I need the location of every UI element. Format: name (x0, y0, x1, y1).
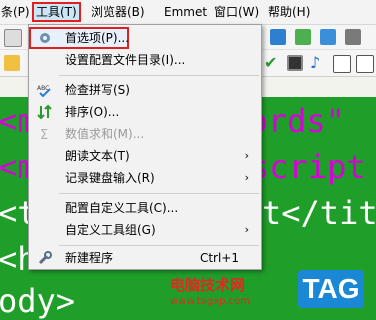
chevron-right-icon: › (244, 171, 249, 184)
gear-icon (40, 33, 50, 43)
code-fragment: script (250, 148, 366, 186)
wrench-icon (38, 251, 52, 265)
document-icon[interactable] (356, 55, 374, 73)
chevron-right-icon: › (244, 149, 249, 162)
menubar: 条(P) 工具(T) 浏览器(B) Emmet 窗口(W) 帮助(H) (0, 0, 376, 25)
tools-dropdown-menu: 首选项(P)... 设置配置文件目录(I)... ABC 检查拼写(S) 排序(… (28, 24, 262, 270)
menu-item-partial[interactable]: 条(P) (0, 3, 33, 21)
menu-item-configure-tools[interactable]: 配置自定义工具(C)... (29, 197, 261, 219)
svg-text:Σ: Σ (40, 128, 48, 142)
menu-item-window[interactable]: 窗口(W) (211, 3, 262, 21)
menu-item-label: 检查拼写(S) (65, 83, 130, 97)
menu-item-browser[interactable]: 浏览器(B) (88, 3, 148, 21)
menu-item-sort[interactable]: 排序(O)... (29, 101, 261, 123)
menu-item-label: 自定义工具组(G) (65, 223, 156, 237)
menu-separator (59, 245, 259, 246)
menu-item-new-program[interactable]: 新建程序 Ctrl+1 (29, 247, 261, 269)
document-icon[interactable] (333, 55, 351, 73)
menu-item-record-keyboard[interactable]: 记录键盘输入(R) › (29, 167, 261, 189)
toolbar-icon[interactable] (295, 29, 311, 45)
watermark-logo: TAG (298, 270, 364, 308)
menu-item-spellcheck[interactable]: ABC 检查拼写(S) (29, 79, 261, 101)
menu-item-label: 设置配置文件目录(I)... (65, 53, 186, 67)
sort-icon (37, 104, 52, 120)
menu-separator (59, 75, 259, 76)
menu-item-label: 数值求和(M)... (65, 127, 145, 141)
chevron-right-icon: › (244, 223, 249, 236)
menu-item-label: 排序(O)... (65, 105, 120, 119)
menu-separator (59, 193, 259, 194)
menu-item-help[interactable]: 帮助(H) (265, 3, 313, 21)
menu-item-shortcut: Ctrl+1 (199, 251, 239, 265)
pencil-icon[interactable] (4, 55, 20, 71)
menu-item-custom-tool-group[interactable]: 自定义工具组(G) › (29, 219, 261, 241)
watermark-url: www.tagxp.com (170, 296, 250, 307)
check-icon[interactable]: ✔ (264, 55, 280, 71)
sum-icon: Σ (40, 128, 48, 142)
menu-item-read-aloud[interactable]: 朗读文本(T) › (29, 145, 261, 167)
undo-icon[interactable] (4, 29, 22, 47)
menu-item-label: 配置自定义工具(C)... (65, 201, 179, 215)
music-icon[interactable]: ♪ (310, 55, 326, 71)
code-fragment: ody> (0, 282, 76, 320)
menu-item-emmet[interactable]: Emmet (161, 3, 210, 21)
menu-item-label: 新建程序 (65, 251, 114, 265)
watermark-title: 电脑技术网 (170, 276, 246, 294)
code-fragment: t</tit (262, 194, 376, 232)
toolbar-icon[interactable] (320, 29, 336, 45)
toolbar-icon[interactable] (345, 29, 361, 45)
menu-item-tools[interactable]: 工具(T) (32, 2, 81, 22)
film-icon[interactable] (287, 55, 303, 71)
menu-item-sum: Σ 数值求和(M)... (29, 123, 261, 145)
menu-item-config-dir[interactable]: 设置配置文件目录(I)... (29, 49, 261, 71)
menu-item-preferences[interactable]: 首选项(P)... (29, 27, 129, 49)
menu-item-label: 记录键盘输入(R) (65, 171, 155, 185)
spellcheck-icon: ABC (37, 85, 51, 98)
menu-item-label: 首选项(P)... (65, 31, 130, 45)
menu-item-label: 朗读文本(T) (65, 149, 130, 163)
toolbar-icon[interactable] (270, 29, 286, 45)
